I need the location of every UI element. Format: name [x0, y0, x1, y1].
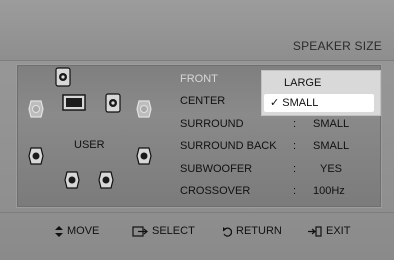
menu-item-label: SUBWOOFER [180, 163, 253, 175]
menu-item-separator: : [293, 185, 297, 197]
header-bar: SPEAKER SIZE [0, 0, 394, 61]
back-right-speaker-icon [98, 171, 114, 189]
side-left-speaker-icon [28, 147, 44, 165]
menu-item-label: SURROUND [180, 118, 244, 130]
enter-icon [132, 225, 148, 237]
hint-exit: EXIT [308, 225, 350, 237]
back-left-speaker-icon [64, 171, 80, 189]
user-position-label: USER [74, 139, 105, 151]
menu-item-value: SMALL [313, 118, 350, 130]
hint-return-label: RETURN [236, 225, 282, 237]
footer-bar: MOVE SELECT RETURN EXIT [0, 212, 394, 260]
menu-item-label: SURROUND BACK [180, 140, 277, 152]
page-title: SPEAKER SIZE [292, 39, 382, 53]
exit-icon [308, 225, 322, 237]
hint-move: MOVE [55, 225, 99, 237]
hint-exit-label: EXIT [326, 225, 351, 237]
up-down-arrows-icon [55, 225, 63, 237]
option-small[interactable]: ✓ SMALL [264, 94, 374, 112]
osd-screen: SPEAKER SIZE USER FRONT CENTER SURROUND … [0, 0, 394, 260]
side-right-speaker-icon [136, 147, 152, 165]
menu-item-label: CROSSOVER [180, 185, 251, 197]
menu-item-label: CENTER [180, 95, 226, 107]
hint-select-label: SELECT [152, 225, 195, 237]
menu-item-value: YES [320, 163, 343, 175]
menu-item-separator: : [293, 140, 297, 152]
option-large[interactable]: LARGE [262, 74, 380, 92]
hint-return: RETURN [222, 225, 282, 237]
check-icon: ✓ [270, 97, 280, 109]
tv-icon [62, 94, 86, 111]
menu-item-value: SMALL [313, 140, 350, 152]
menu-item-separator: : [293, 163, 297, 175]
hint-select: SELECT [132, 225, 195, 237]
hint-move-label: MOVE [67, 225, 100, 237]
menu-item-label: FRONT [180, 73, 218, 85]
front-left-speaker-icon [55, 67, 71, 87]
surround-left-speaker-icon [28, 100, 44, 118]
speaker-size-popup: LARGE ✓ SMALL [261, 70, 381, 116]
menu-item-separator: : [293, 118, 297, 130]
center-speaker-icon [105, 93, 121, 113]
return-icon [223, 226, 232, 237]
surround-right-speaker-icon [136, 100, 152, 118]
menu-item-value: 100Hz [313, 185, 345, 197]
option-small-label: SMALL [282, 97, 319, 109]
